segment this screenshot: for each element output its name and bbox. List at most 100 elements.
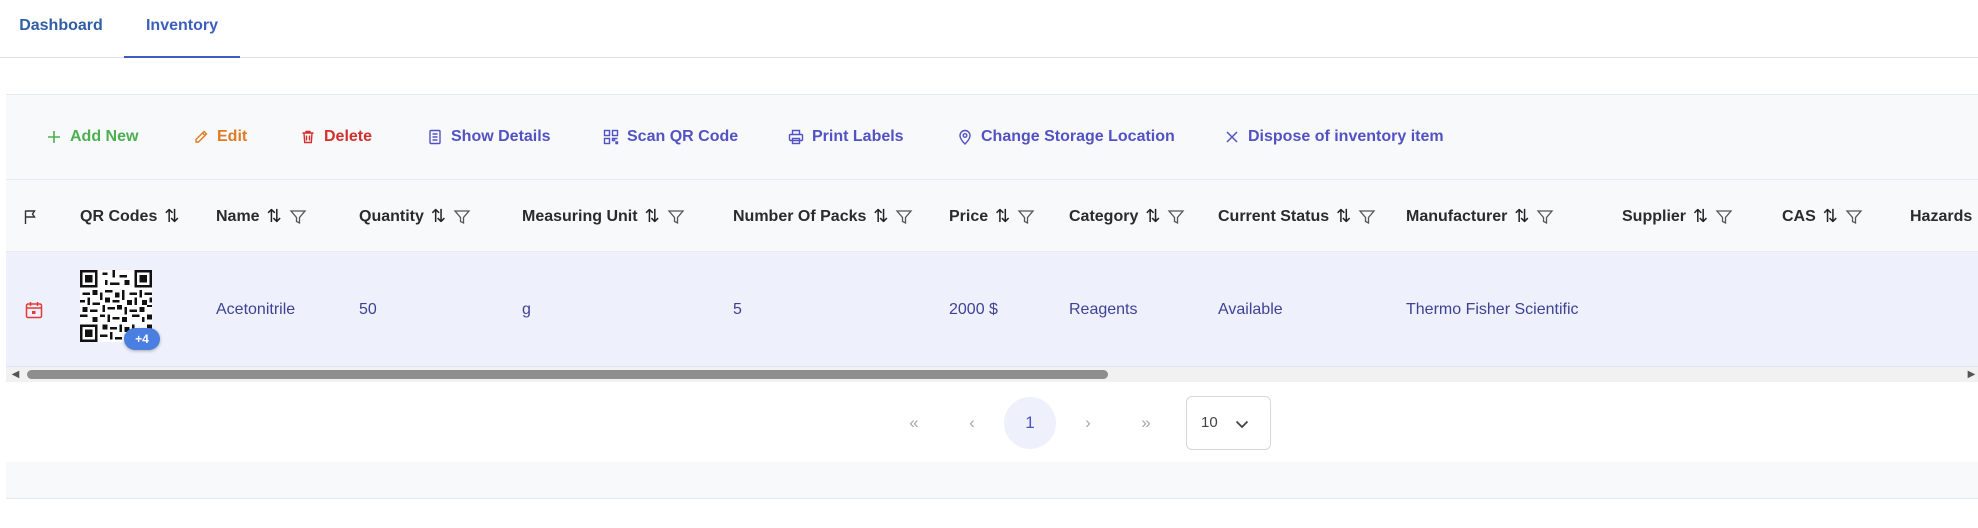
tab-dashboard[interactable]: Dashboard xyxy=(0,0,122,58)
sort-icon[interactable]: ⇅ xyxy=(267,206,282,227)
horizontal-scrollbar[interactable]: ◀ ▶ xyxy=(6,367,1978,382)
column-header-qr-codes: QR Codes ⇅ xyxy=(80,180,179,253)
edit-label: Edit xyxy=(217,128,248,145)
column-label: Category xyxy=(1069,207,1139,225)
change-storage-location-label: Change Storage Location xyxy=(981,128,1175,145)
pencil-icon xyxy=(195,130,208,143)
sort-icon[interactable]: ⇅ xyxy=(645,206,660,227)
sort-icon[interactable]: ⇅ xyxy=(1514,206,1529,227)
chevron-down-icon xyxy=(1235,420,1249,429)
filter-icon[interactable] xyxy=(453,208,471,226)
dispose-item-button[interactable]: Dispose of inventory item xyxy=(1224,125,1444,149)
close-icon xyxy=(1226,131,1238,143)
tab-inventory[interactable]: Inventory xyxy=(124,0,240,58)
cell-quantity: 50 xyxy=(359,300,377,318)
column-label: QR Codes xyxy=(80,207,158,225)
first-page-button[interactable]: « xyxy=(888,397,940,449)
filter-icon[interactable] xyxy=(1358,208,1376,226)
delete-label: Delete xyxy=(324,128,373,145)
add-new-button[interactable]: Add New xyxy=(46,125,138,149)
column-header-name: Name ⇅ xyxy=(216,180,307,253)
filter-icon[interactable] xyxy=(667,208,685,226)
rows-per-page-select[interactable]: 10 xyxy=(1186,396,1271,450)
document-icon xyxy=(429,129,441,145)
filter-icon[interactable] xyxy=(1536,208,1554,226)
sort-icon[interactable]: ⇅ xyxy=(1145,206,1160,227)
column-header-measuring-unit: Measuring Unit ⇅ xyxy=(522,180,685,253)
column-label: Current Status xyxy=(1218,207,1330,225)
scroll-left-arrow-icon[interactable]: ◀ xyxy=(8,367,23,382)
column-header-number-of-packs: Number Of Packs ⇅ xyxy=(733,180,913,253)
column-header-current-status: Current Status ⇅ xyxy=(1218,180,1376,253)
column-label: CAS xyxy=(1782,207,1816,225)
cell-current-status: Available xyxy=(1218,300,1283,318)
scrollbar-thumb[interactable] xyxy=(27,370,1108,379)
column-header-manufacturer: Manufacturer ⇅ xyxy=(1406,180,1554,253)
show-details-label: Show Details xyxy=(451,128,551,145)
add-new-label: Add New xyxy=(70,128,139,145)
column-header-hazards: Hazards xyxy=(1910,180,1972,253)
show-details-button[interactable]: Show Details xyxy=(427,125,551,149)
column-label: Number Of Packs xyxy=(733,207,867,225)
cell-measuring-unit: g xyxy=(522,300,531,318)
column-label: Quantity xyxy=(359,207,424,225)
previous-page-button[interactable]: ‹ xyxy=(946,397,998,449)
delete-button[interactable]: Delete xyxy=(300,125,372,149)
column-label: Measuring Unit xyxy=(522,207,638,225)
column-label: Price xyxy=(949,207,989,225)
trash-icon xyxy=(302,130,314,144)
inventory-panel: Add New Edit Delete Show Details Scan QR… xyxy=(6,94,1978,499)
flag-icon xyxy=(24,209,36,224)
print-labels-button[interactable]: Print Labels xyxy=(788,125,904,149)
cell-category: Reagents xyxy=(1069,300,1138,318)
sort-icon[interactable]: ⇅ xyxy=(873,206,888,227)
plus-icon xyxy=(48,131,60,143)
tab-bar: Dashboard Inventory xyxy=(0,0,1978,58)
table-row[interactable]: +4 Acetonitrile 50 g 5 2000 $ Reagents A… xyxy=(6,252,1978,367)
filter-icon[interactable] xyxy=(1715,208,1733,226)
action-toolbar: Add New Edit Delete Show Details Scan QR… xyxy=(6,95,1978,179)
column-header-quantity: Quantity ⇅ xyxy=(359,180,471,253)
next-page-button[interactable]: › xyxy=(1062,397,1114,449)
column-label: Hazards xyxy=(1910,207,1973,225)
cell-name: Acetonitrile xyxy=(216,300,296,318)
sort-icon[interactable]: ⇅ xyxy=(1823,206,1838,227)
filter-icon[interactable] xyxy=(895,208,913,226)
scroll-right-arrow-icon[interactable]: ▶ xyxy=(1964,367,1978,382)
qr-more-badge[interactable]: +4 xyxy=(124,328,160,350)
calendar-icon xyxy=(25,301,43,318)
scan-qr-label: Scan QR Code xyxy=(627,128,739,145)
sort-icon[interactable]: ⇅ xyxy=(995,206,1010,227)
cell-manufacturer: Thermo Fisher Scientific xyxy=(1406,300,1579,318)
table-header: QR Codes ⇅ Name ⇅ Quantity ⇅ Measuring U… xyxy=(6,179,1978,252)
qr-code-icon xyxy=(603,129,619,145)
sort-icon[interactable]: ⇅ xyxy=(1336,206,1351,227)
pagination: « ‹ 1 › » 10 xyxy=(6,382,1978,462)
dispose-item-label: Dispose of inventory item xyxy=(1248,128,1444,145)
column-header-category: Category ⇅ xyxy=(1069,180,1185,253)
column-label: Supplier xyxy=(1622,207,1687,225)
filter-icon[interactable] xyxy=(1167,208,1185,226)
filter-icon[interactable] xyxy=(1017,208,1035,226)
calendar-cell[interactable] xyxy=(24,252,44,367)
rows-per-page-value: 10 xyxy=(1201,414,1218,431)
column-header-supplier: Supplier ⇅ xyxy=(1622,180,1733,253)
sort-icon[interactable]: ⇅ xyxy=(431,206,446,227)
page-button-current[interactable]: 1 xyxy=(1004,397,1056,449)
column-label: Name xyxy=(216,207,260,225)
cell-price: 2000 $ xyxy=(949,300,998,318)
column-label: Manufacturer xyxy=(1406,207,1508,225)
column-header-price: Price ⇅ xyxy=(949,180,1035,253)
filter-icon[interactable] xyxy=(289,208,307,226)
last-page-button[interactable]: » xyxy=(1120,397,1172,449)
sort-icon[interactable]: ⇅ xyxy=(164,206,179,227)
sort-icon[interactable]: ⇅ xyxy=(1693,206,1708,227)
flag-column-header[interactable] xyxy=(22,180,40,253)
scan-qr-button[interactable]: Scan QR Code xyxy=(603,125,738,149)
cell-number-of-packs: 5 xyxy=(733,300,742,318)
map-pin-icon xyxy=(959,129,971,145)
edit-button[interactable]: Edit xyxy=(193,125,247,149)
column-header-cas: CAS ⇅ xyxy=(1782,180,1863,253)
filter-icon[interactable] xyxy=(1845,208,1863,226)
change-storage-location-button[interactable]: Change Storage Location xyxy=(957,125,1175,149)
